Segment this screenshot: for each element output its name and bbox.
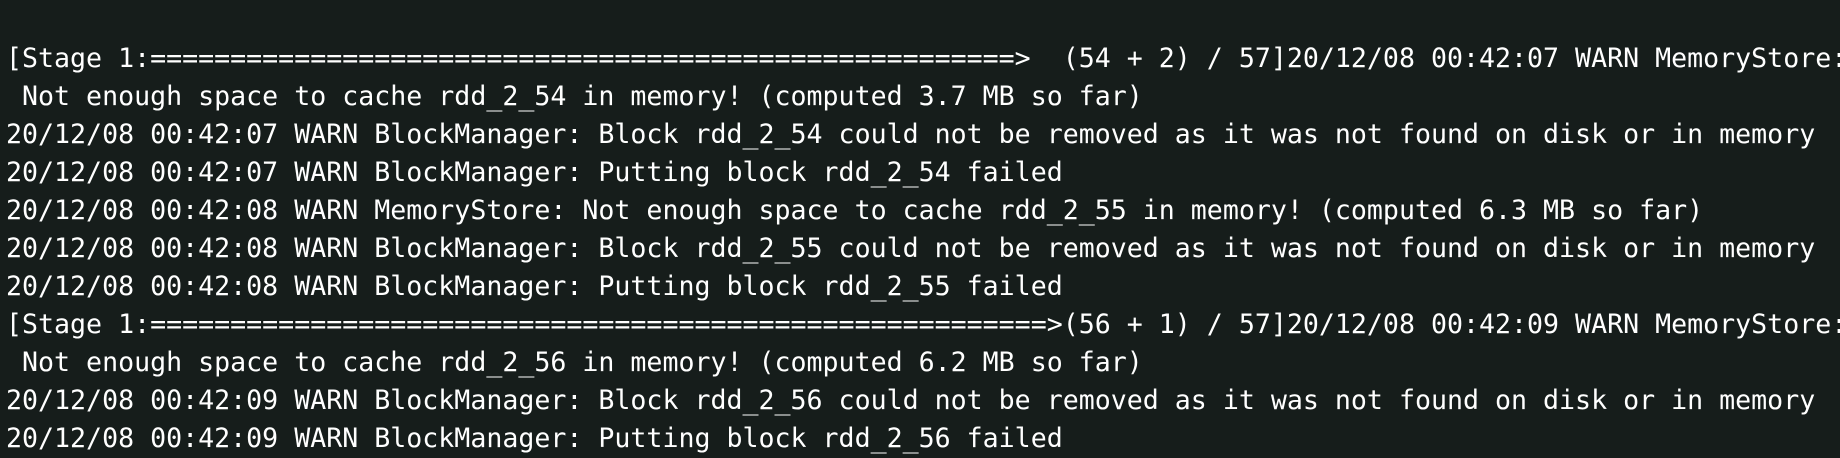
terminal-output[interactable]: [Stage 1:===============================…	[0, 0, 1840, 454]
log-line: Not enough space to cache rdd_2_56 in me…	[6, 347, 1143, 379]
log-line: Not enough space to cache rdd_2_54 in me…	[6, 81, 1143, 113]
log-line: 20/12/08 00:42:09 WARN BlockManager: Blo…	[6, 385, 1816, 417]
progress-line: [Stage 1:===============================…	[6, 43, 1840, 74]
progress-line: [Stage 1:===============================…	[6, 309, 1840, 341]
log-line: 20/12/08 00:42:08 WARN BlockManager: Put…	[6, 271, 1063, 303]
log-line: 20/12/08 00:42:08 WARN MemoryStore: Not …	[6, 195, 1704, 227]
log-line: 20/12/08 00:42:07 WARN BlockManager: Put…	[6, 157, 1063, 189]
log-line: 20/12/08 00:42:08 WARN BlockManager: Blo…	[6, 233, 1816, 265]
log-line: 20/12/08 00:42:07 WARN BlockManager: Blo…	[6, 119, 1816, 151]
